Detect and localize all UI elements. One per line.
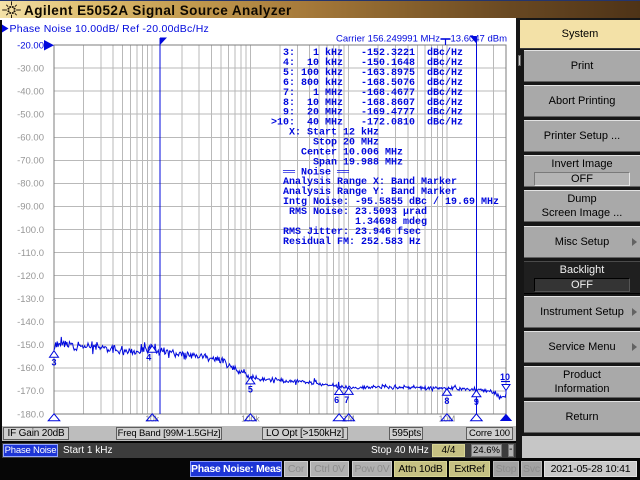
svg-text:5: 5 bbox=[248, 384, 253, 394]
svg-text:-160.0: -160.0 bbox=[17, 363, 44, 374]
svg-text:6: 6 bbox=[334, 395, 339, 405]
svg-text:Phase Noise 10.00dB/ Ref -20.0: Phase Noise 10.00dB/ Ref -20.00dBc/Hz bbox=[10, 23, 210, 35]
svg-text:Residual FM: 252.583 Hz: Residual FM: 252.583 Hz bbox=[283, 236, 421, 248]
svg-text:8: 8 bbox=[444, 396, 449, 406]
svg-text:4: 4 bbox=[146, 353, 151, 363]
svg-text:-30.00: -30.00 bbox=[17, 63, 44, 74]
svg-text:-140.0: -140.0 bbox=[17, 317, 44, 328]
svg-text:-170.0: -170.0 bbox=[17, 386, 44, 397]
svg-text:-150.0: -150.0 bbox=[17, 340, 44, 351]
svg-text:-180.0: -180.0 bbox=[17, 409, 44, 420]
svg-text:-40.00: -40.00 bbox=[17, 86, 44, 97]
svg-text:10M: 10M bbox=[439, 414, 456, 424]
svg-text:-50.00: -50.00 bbox=[17, 110, 44, 121]
svg-text:-60.00: -60.00 bbox=[17, 133, 44, 144]
svg-text:-110.0: -110.0 bbox=[18, 248, 44, 259]
svg-text:-20.00: -20.00 bbox=[17, 40, 44, 51]
svg-text:3: 3 bbox=[51, 358, 56, 368]
svg-text:9: 9 bbox=[474, 397, 479, 407]
svg-text:Carrier 156.249991 MHz: Carrier 156.249991 MHz bbox=[336, 34, 440, 45]
svg-text:-100.0: -100.0 bbox=[17, 225, 44, 236]
svg-text:13.6047 dBm: 13.6047 dBm bbox=[451, 34, 508, 45]
svg-text:10: 10 bbox=[500, 372, 510, 382]
svg-text:-80.00: -80.00 bbox=[17, 179, 44, 190]
svg-text:-120.0: -120.0 bbox=[17, 271, 44, 282]
svg-text:7: 7 bbox=[344, 395, 349, 405]
svg-text:-90.00: -90.00 bbox=[17, 202, 44, 213]
svg-text:-70.00: -70.00 bbox=[17, 156, 44, 167]
svg-text:-130.0: -130.0 bbox=[17, 294, 44, 305]
